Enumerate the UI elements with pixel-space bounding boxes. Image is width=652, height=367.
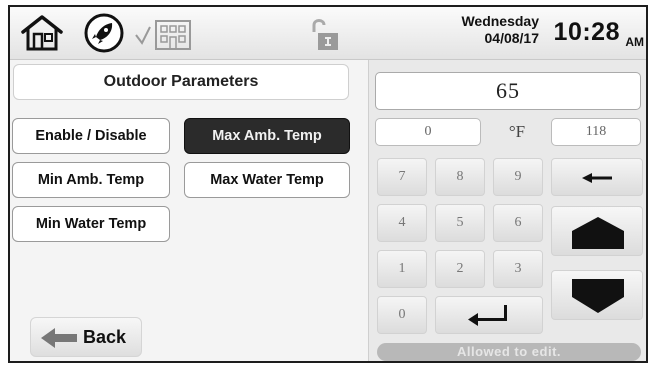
arrow-down-icon [572, 279, 624, 313]
date-label: 04/08/17 [484, 30, 540, 46]
backspace-key[interactable] [551, 158, 643, 196]
panel-title: Outdoor Parameters [13, 64, 349, 100]
increase-button[interactable] [551, 206, 643, 256]
ampm-label: AM [625, 35, 644, 49]
max-amb-temp-button[interactable]: Max Amb. Temp [184, 118, 350, 154]
enter-key[interactable] [435, 296, 543, 334]
min-water-temp-button[interactable]: Min Water Temp [12, 206, 170, 242]
key-0[interactable]: 0 [377, 296, 427, 334]
date-block: Wednesday 04/08/17 [419, 13, 539, 47]
key-8[interactable]: 8 [435, 158, 485, 196]
decrease-button[interactable] [551, 270, 643, 320]
back-button[interactable]: Back [30, 317, 142, 357]
arrow-up-icon [572, 217, 624, 249]
value-display[interactable]: 65 [375, 72, 641, 110]
time-label: 10:28 [553, 18, 620, 46]
parameter-panel: Outdoor Parameters Enable / Disable Max … [10, 60, 366, 361]
keypad-panel: 65 0 °F 118 7 8 9 4 5 6 1 2 3 0 Allowed … [368, 60, 646, 361]
back-arrow-icon [39, 326, 79, 350]
enter-arrow-icon [468, 305, 507, 326]
device-screen: Wednesday 04/08/17 10:28 AM Outdoor Para… [8, 5, 648, 363]
key-2[interactable]: 2 [435, 250, 485, 288]
key-7[interactable]: 7 [377, 158, 427, 196]
unit-label: °F [508, 122, 526, 141]
status-bar: Allowed to edit. [377, 343, 641, 361]
building-icon[interactable] [134, 17, 196, 51]
home-icon[interactable] [20, 14, 64, 52]
rocket-icon[interactable] [82, 13, 126, 53]
key-9[interactable]: 9 [493, 158, 543, 196]
key-1[interactable]: 1 [377, 250, 427, 288]
max-value-box: 118 [551, 118, 641, 146]
min-amb-temp-button[interactable]: Min Amb. Temp [12, 162, 170, 198]
key-3[interactable]: 3 [493, 250, 543, 288]
max-water-temp-button[interactable]: Max Water Temp [184, 162, 350, 198]
back-label: Back [83, 327, 127, 347]
lock-icon[interactable] [302, 16, 342, 52]
day-label: Wednesday [461, 13, 539, 29]
backspace-arrow-icon [582, 173, 612, 183]
min-value-box: 0 [375, 118, 481, 146]
enable-disable-button[interactable]: Enable / Disable [12, 118, 170, 154]
key-6[interactable]: 6 [493, 204, 543, 242]
key-4[interactable]: 4 [377, 204, 427, 242]
top-bar: Wednesday 04/08/17 10:28 AM [10, 7, 646, 60]
key-5[interactable]: 5 [435, 204, 485, 242]
